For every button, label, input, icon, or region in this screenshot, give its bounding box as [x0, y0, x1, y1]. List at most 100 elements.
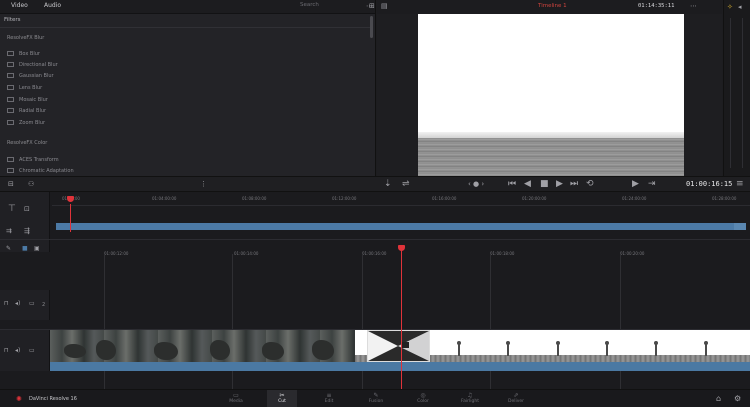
upper-ruler: 01:00:00 01:04:00:00 01:08:00:00 01:12:0… — [52, 195, 750, 204]
walker-figure — [654, 341, 658, 356]
video-clip-rocks[interactable] — [50, 330, 355, 362]
jog-icon[interactable]: ‹ ● › — [468, 179, 484, 189]
play-full-icon[interactable]: ▶ — [632, 179, 639, 189]
video-preview — [418, 14, 684, 176]
group-title-blur: ResolveFX Blur — [7, 35, 45, 41]
person-icon[interactable]: ⚇ — [28, 179, 34, 189]
effect-item[interactable]: Zoom Blur — [7, 118, 45, 127]
audio-clip-strip[interactable] — [50, 362, 750, 371]
page-tab-label: Media — [229, 399, 243, 404]
effect-label: Radial Blur — [19, 107, 47, 114]
transition-icon — [368, 331, 429, 361]
menu-icon[interactable]: ≡ — [736, 179, 744, 189]
settings-icon[interactable]: ⚙ — [734, 394, 741, 404]
effect-icon — [7, 157, 14, 162]
thumbnail-figure — [312, 340, 334, 360]
effect-item[interactable]: Lens Blur — [7, 83, 42, 92]
ruler-label: 01:00:16:00 — [362, 251, 387, 256]
razor-icon[interactable]: ✎ — [6, 244, 11, 254]
ruler-label: 01:20:00:00 — [522, 196, 547, 201]
thumbnail-figure — [262, 342, 284, 360]
play-icon[interactable]: ▶ — [556, 179, 563, 189]
speaker-icon[interactable]: ◂) — [15, 346, 20, 356]
divider — [0, 27, 370, 28]
effect-icon — [7, 51, 14, 56]
fusion-icon: ✎ — [373, 392, 379, 399]
effect-item[interactable]: ACES Transform — [7, 155, 59, 164]
library-scrollbar[interactable] — [370, 16, 373, 38]
thumbnail-figure — [210, 340, 230, 360]
lower-playhead[interactable] — [401, 250, 402, 389]
effect-item[interactable]: Chromatic Adaptation — [7, 166, 74, 175]
overwrite-icon[interactable]: ⇶ — [24, 226, 30, 236]
effect-item[interactable]: Mosaic Blur — [7, 95, 48, 104]
page-tab-fusion[interactable]: ✎ Fusion — [361, 390, 391, 407]
effect-item[interactable]: Box Blur — [7, 49, 40, 58]
overview-clip-end[interactable] — [734, 223, 746, 230]
zoom-handle-icon[interactable]: ⋮ — [200, 179, 207, 189]
page-tab-edit[interactable]: ≡ Edit — [314, 390, 344, 407]
stop-icon[interactable]: ■ — [540, 179, 549, 189]
toolbar-timecode: 01:00:16:15 — [686, 180, 733, 188]
viewer-header: ⊞ ▤ Timeline 1 01:14:35:11 ⋯ — [369, 0, 722, 14]
insert-icon[interactable]: ⇉ — [6, 226, 12, 236]
audio-waveform-icon[interactable]: ▣ — [34, 244, 40, 254]
fairlight-icon: ♫ — [467, 392, 473, 399]
effect-icon — [7, 62, 14, 67]
resolve-window: Video Audio Search ⋯ Filters ResolveFX B… — [0, 0, 750, 407]
effects-icon[interactable]: ✧ — [727, 2, 733, 12]
lock-icon[interactable]: ⊓ — [4, 346, 9, 356]
page-tab-cut[interactable]: ✂ Cut — [267, 390, 297, 407]
first-frame-icon[interactable]: ⏮ — [508, 179, 516, 189]
ruler-label: 01:00:18:00 — [490, 251, 515, 256]
video-toggle-icon[interactable]: ▭ — [29, 346, 35, 356]
adjust-icon[interactable]: ⇌ — [402, 179, 410, 189]
page-tab-deliver[interactable]: ⇗ Deliver — [501, 390, 531, 407]
track-number: 2 — [42, 302, 46, 308]
safe-area-icon[interactable]: ⊟ — [8, 179, 14, 189]
viewer-timecode: 01:14:35:11 — [638, 3, 675, 9]
page-tab-label: Fairlight — [460, 399, 479, 404]
snap-icon[interactable]: ■ — [22, 244, 28, 254]
video-toggle-icon[interactable]: ▭ — [29, 299, 35, 309]
blade-tool-icon[interactable]: ⊡ — [24, 204, 30, 214]
lock-icon[interactable]: ⊓ — [4, 299, 9, 309]
effect-icon — [7, 168, 14, 173]
last-frame-icon[interactable]: ⏭ — [570, 179, 578, 189]
tab-video[interactable]: Video — [11, 2, 28, 9]
section-divider — [0, 239, 750, 240]
speaker-icon[interactable]: ◂) — [15, 299, 20, 309]
tab-audio[interactable]: Audio — [44, 2, 61, 9]
viewer-options-icon[interactable]: ⋯ — [690, 1, 697, 11]
page-tab-label: Edit — [324, 399, 334, 404]
step-back-icon[interactable]: ◀ — [524, 179, 531, 189]
ruler-label: 01:08:00:00 — [242, 196, 267, 201]
effects-library-panel: Video Audio Search ⋯ Filters ResolveFX B… — [0, 0, 376, 176]
page-tab-media[interactable]: ▭ Media — [221, 390, 251, 407]
tools-icon[interactable]: ⇣ — [384, 179, 392, 189]
end-icon[interactable]: ⇥ — [648, 179, 656, 189]
list-view-icon[interactable]: ▤ — [381, 1, 388, 11]
effect-item[interactable]: Radial Blur — [7, 106, 46, 115]
effect-label: Gaussian Blur — [19, 72, 54, 79]
search-input[interactable]: Search — [300, 2, 354, 11]
upper-playhead[interactable] — [70, 204, 71, 232]
track-header-v1: ⊓ ◂) ▭ — [0, 330, 50, 371]
page-tab-color[interactable]: ◎ Color — [408, 390, 438, 407]
loop-icon[interactable]: ⟲ — [586, 179, 594, 189]
page-tab-fairlight[interactable]: ♫ Fairlight — [455, 390, 485, 407]
effect-label: ACES Transform — [19, 156, 59, 163]
page-tab-label: Deliver — [507, 399, 525, 404]
overview-clip-strip[interactable] — [56, 223, 734, 230]
volume-icon[interactable]: ◂ — [738, 2, 742, 12]
effect-label: Box Blur — [19, 50, 40, 57]
home-icon[interactable]: ⌂ — [716, 394, 721, 404]
selection-tool-icon[interactable]: ⊤ — [8, 204, 16, 214]
cut-icon: ✂ — [279, 392, 285, 399]
effect-item[interactable]: Gaussian Blur — [7, 71, 54, 80]
effect-label: Chromatic Adaptation — [19, 167, 74, 174]
walker-figure — [605, 341, 609, 356]
effect-item[interactable]: Directional Blur — [7, 60, 58, 69]
transition-clip[interactable] — [367, 330, 430, 362]
grid-view-icon[interactable]: ⊞ — [369, 1, 375, 11]
